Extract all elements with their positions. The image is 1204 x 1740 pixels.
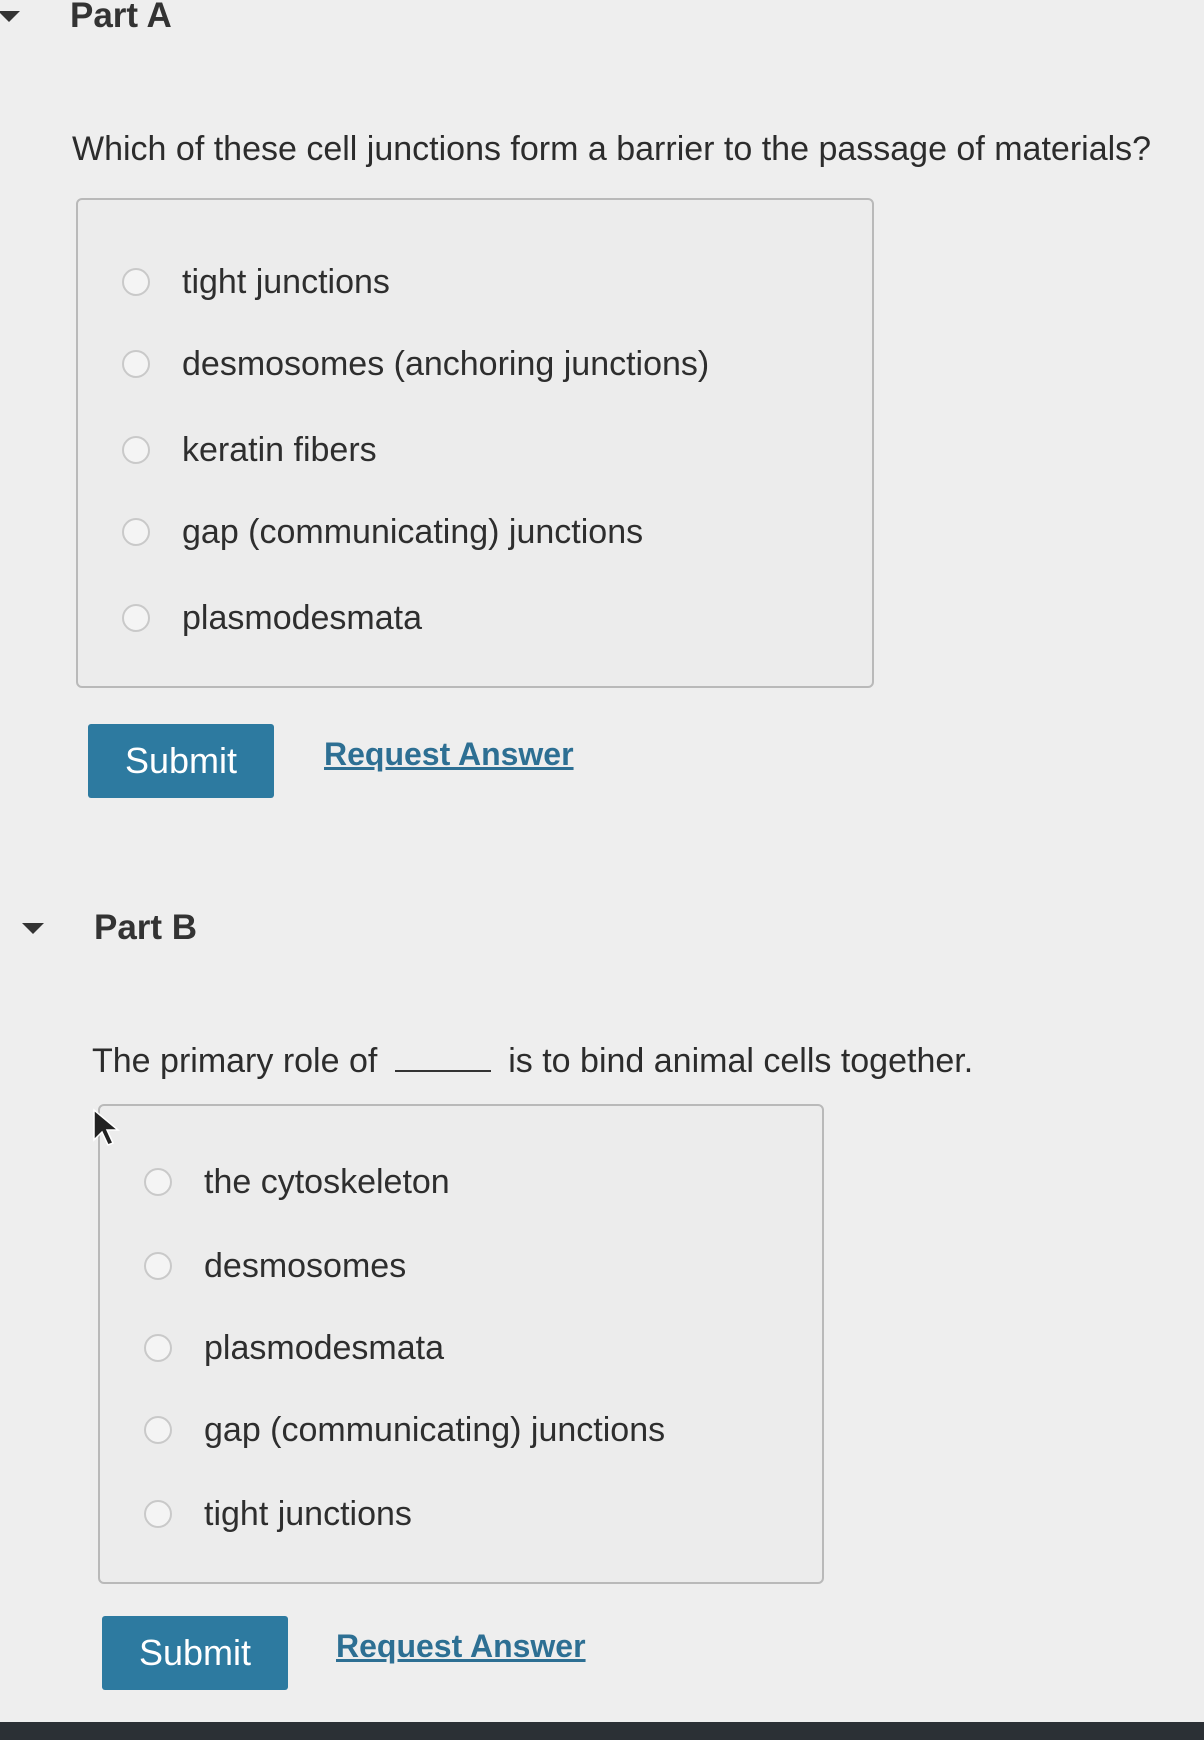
caret-down-icon[interactable] — [0, 10, 20, 22]
part-b-option-2[interactable]: desmosomes — [144, 1244, 406, 1288]
fill-in-blank — [394, 1044, 491, 1072]
part-a-option-4[interactable]: gap (communicating) junctions — [122, 510, 643, 554]
option-label: the cytoskeleton — [204, 1162, 450, 1201]
part-b-option-4[interactable]: gap (communicating) junctions — [144, 1408, 665, 1452]
part-b-header[interactable]: Part B — [22, 908, 197, 948]
option-label: desmosomes (anchoring junctions) — [182, 344, 710, 383]
radio-icon[interactable] — [144, 1252, 172, 1280]
option-label: plasmodesmata — [204, 1328, 445, 1367]
radio-icon[interactable] — [122, 518, 150, 546]
option-label: keratin fibers — [182, 430, 377, 469]
part-a-submit-button[interactable]: Submit — [88, 724, 274, 798]
option-label: tight junctions — [182, 262, 390, 301]
part-b-question: The primary role of is to bind animal ce… — [92, 1042, 973, 1081]
option-label: gap (communicating) junctions — [182, 512, 644, 551]
radio-icon[interactable] — [144, 1416, 172, 1444]
caret-down-icon[interactable] — [22, 922, 44, 934]
question-text-before: The primary role of — [92, 1042, 378, 1080]
part-a-header[interactable]: Part A — [0, 0, 172, 36]
radio-icon[interactable] — [122, 268, 150, 296]
option-label: tight junctions — [204, 1494, 412, 1533]
radio-icon[interactable] — [144, 1500, 172, 1528]
part-b-title: Part B — [94, 908, 198, 947]
question-text-after: is to bind animal cells together. — [508, 1042, 974, 1080]
option-label: gap (communicating) junctions — [204, 1410, 666, 1449]
part-b-request-answer-link[interactable]: Request Answer — [336, 1628, 586, 1665]
part-a-option-3[interactable]: keratin fibers — [122, 428, 377, 472]
part-b-option-1[interactable]: the cytoskeleton — [144, 1160, 450, 1204]
part-b-option-3[interactable]: plasmodesmata — [144, 1326, 444, 1370]
part-b-option-5[interactable]: tight junctions — [144, 1492, 412, 1536]
part-b-submit-button[interactable]: Submit — [102, 1616, 288, 1690]
option-label: desmosomes — [204, 1246, 407, 1285]
part-a-title: Part A — [70, 0, 172, 35]
mouse-cursor-icon — [93, 1108, 120, 1146]
bottom-bar — [0, 1722, 1204, 1740]
option-label: plasmodesmata — [182, 598, 423, 637]
radio-icon[interactable] — [144, 1168, 172, 1196]
radio-icon[interactable] — [144, 1334, 172, 1362]
radio-icon[interactable] — [122, 350, 150, 378]
part-a-question: Which of these cell junctions form a bar… — [72, 130, 1152, 168]
part-a-request-answer-link[interactable]: Request Answer — [324, 736, 574, 773]
part-a-option-1[interactable]: tight junctions — [122, 260, 390, 304]
part-a-options-box: tight junctions desmosomes (anchoring ju… — [76, 198, 874, 688]
radio-icon[interactable] — [122, 604, 150, 632]
part-a-option-2[interactable]: desmosomes (anchoring junctions) — [122, 342, 709, 386]
radio-icon[interactable] — [122, 436, 150, 464]
part-a-option-5[interactable]: plasmodesmata — [122, 596, 422, 640]
part-b-options-box: the cytoskeleton desmosomes plasmodesmat… — [98, 1104, 824, 1584]
